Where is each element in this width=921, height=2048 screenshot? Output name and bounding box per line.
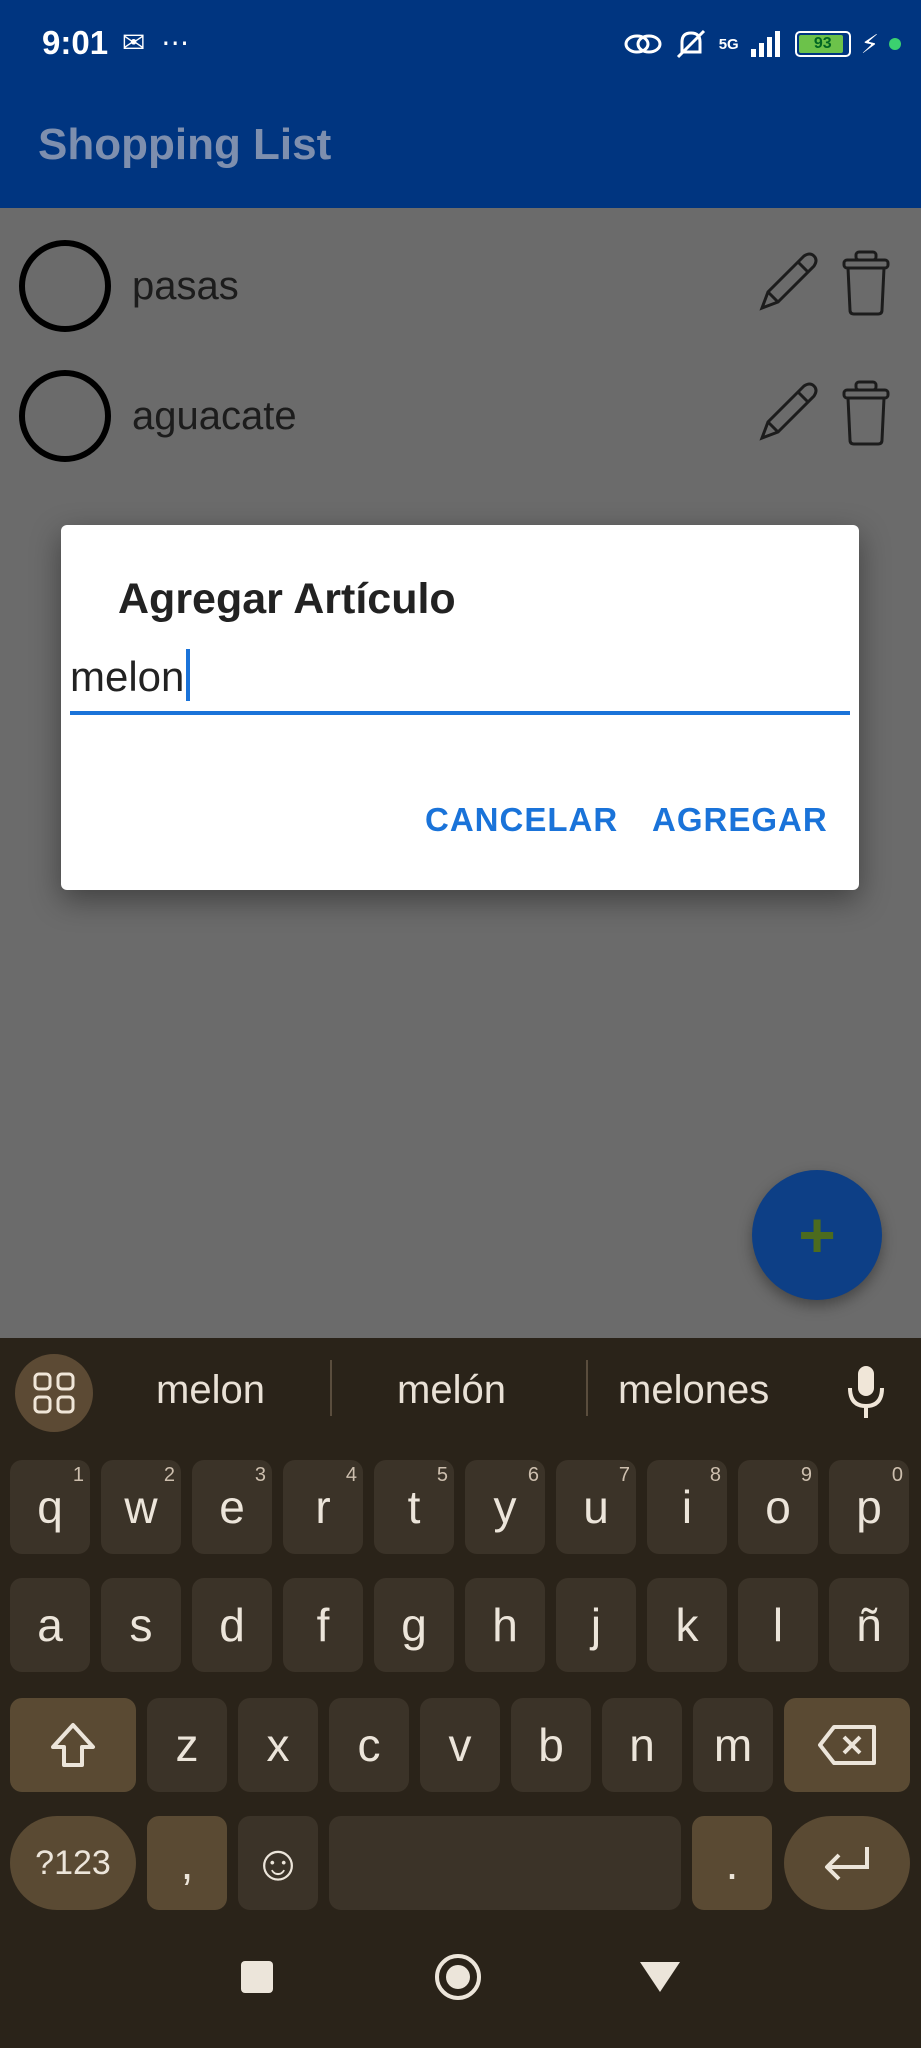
key-s[interactable]: s xyxy=(101,1578,181,1672)
recents-icon[interactable] xyxy=(240,1960,274,1994)
suggestion-divider xyxy=(586,1360,588,1416)
microphone-icon[interactable] xyxy=(844,1364,888,1420)
key-hint: 0 xyxy=(891,1464,903,1486)
key-i[interactable]: i8 xyxy=(647,1460,727,1554)
dialog-title: Agregar Artículo xyxy=(118,575,456,623)
key-char: p xyxy=(856,1481,882,1533)
key-p[interactable]: p0 xyxy=(829,1460,909,1554)
enter-icon xyxy=(825,1847,869,1881)
cancel-button[interactable]: CANCELAR xyxy=(425,801,618,839)
key-n-tilde[interactable]: ñ xyxy=(829,1578,909,1672)
key-char: e xyxy=(219,1481,245,1533)
key-char: o xyxy=(765,1481,791,1533)
key-u[interactable]: u7 xyxy=(556,1460,636,1554)
add-item-fab[interactable]: + xyxy=(752,1170,882,1300)
notification-icons: ✉ ⋯ xyxy=(122,27,194,58)
status-time: 9:01 xyxy=(42,24,109,61)
key-e[interactable]: e3 xyxy=(192,1460,272,1554)
backspace-icon xyxy=(818,1725,876,1765)
text-cursor xyxy=(186,649,191,701)
key-r[interactable]: r4 xyxy=(283,1460,363,1554)
item-name-input[interactable]: melon xyxy=(70,649,850,715)
signal-icon xyxy=(750,31,780,57)
key-w[interactable]: w2 xyxy=(101,1460,181,1554)
key-o[interactable]: o9 xyxy=(738,1460,818,1554)
status-bar: 9:01 ✉ ⋯ 5G 93 ⚡ xyxy=(0,0,921,90)
add-button[interactable]: AGREGAR xyxy=(652,801,828,839)
back-icon[interactable] xyxy=(638,1960,682,1994)
comma-key[interactable]: , xyxy=(147,1816,227,1910)
plus-icon: + xyxy=(798,1199,836,1271)
key-char: q xyxy=(37,1481,63,1533)
status-right-group: 5G 93 ⚡ xyxy=(623,24,901,64)
space-key[interactable] xyxy=(329,1816,681,1910)
suggestion-3[interactable]: melones xyxy=(618,1368,769,1413)
key-c[interactable]: c xyxy=(329,1698,409,1792)
key-k[interactable]: k xyxy=(647,1578,727,1672)
key-char: y xyxy=(493,1481,517,1533)
system-nav-bar xyxy=(0,1920,921,2048)
key-z[interactable]: z xyxy=(147,1698,227,1792)
app-bar: Shopping List xyxy=(0,90,921,208)
add-item-dialog: Agregar Artículo melon CANCELAR AGREGAR xyxy=(61,525,859,890)
shift-key[interactable] xyxy=(10,1698,136,1792)
key-d[interactable]: d xyxy=(192,1578,272,1672)
key-char: r xyxy=(315,1481,331,1533)
shift-icon xyxy=(51,1723,95,1767)
key-f[interactable]: f xyxy=(283,1578,363,1672)
key-b[interactable]: b xyxy=(511,1698,591,1792)
key-m[interactable]: m xyxy=(693,1698,773,1792)
battery-icon: 93 xyxy=(794,31,851,57)
key-t[interactable]: t5 xyxy=(374,1460,454,1554)
enter-key[interactable] xyxy=(784,1816,910,1910)
key-a[interactable]: a xyxy=(10,1578,90,1672)
keyboard-apps-grid-icon[interactable] xyxy=(15,1354,93,1432)
period-key[interactable]: . xyxy=(692,1816,772,1910)
battery-level: 93 xyxy=(813,35,832,52)
key-hint: 9 xyxy=(800,1464,812,1486)
muted-bell-icon xyxy=(676,29,705,59)
input-value: melon xyxy=(70,653,185,700)
symbols-key[interactable]: ?123 xyxy=(10,1816,136,1910)
suggestion-strip: melon melón melones xyxy=(0,1338,921,1446)
backspace-key[interactable] xyxy=(784,1698,910,1792)
key-x[interactable]: x xyxy=(238,1698,318,1792)
privacy-dot-icon xyxy=(889,38,901,50)
network-type-label: 5G xyxy=(718,35,739,53)
key-q[interactable]: q1 xyxy=(10,1460,90,1554)
key-n[interactable]: n xyxy=(602,1698,682,1792)
key-hint: 4 xyxy=(345,1464,357,1486)
key-char: u xyxy=(583,1481,609,1533)
key-y[interactable]: y6 xyxy=(465,1460,545,1554)
home-icon[interactable] xyxy=(433,1952,483,2002)
key-hint: 5 xyxy=(436,1464,448,1486)
key-l[interactable]: l xyxy=(738,1578,818,1672)
suggestion-1[interactable]: melon xyxy=(156,1368,265,1413)
key-j[interactable]: j xyxy=(556,1578,636,1672)
key-char: i xyxy=(681,1481,693,1533)
emoji-key[interactable]: ☺ xyxy=(238,1816,318,1910)
key-g[interactable]: g xyxy=(374,1578,454,1672)
key-hint: 3 xyxy=(254,1464,266,1486)
key-hint: 6 xyxy=(527,1464,539,1486)
link-icon xyxy=(624,34,662,54)
page-title: Shopping List xyxy=(38,120,332,169)
key-char: t xyxy=(407,1481,421,1533)
key-hint: 1 xyxy=(72,1464,84,1486)
charging-icon: ⚡ xyxy=(860,28,879,59)
suggestion-divider xyxy=(330,1360,332,1416)
key-hint: 8 xyxy=(709,1464,721,1486)
key-hint: 7 xyxy=(618,1464,630,1486)
key-hint: 2 xyxy=(163,1464,175,1486)
key-char: w xyxy=(124,1481,158,1533)
key-h[interactable]: h xyxy=(465,1578,545,1672)
suggestion-2[interactable]: melón xyxy=(397,1368,506,1413)
key-v[interactable]: v xyxy=(420,1698,500,1792)
